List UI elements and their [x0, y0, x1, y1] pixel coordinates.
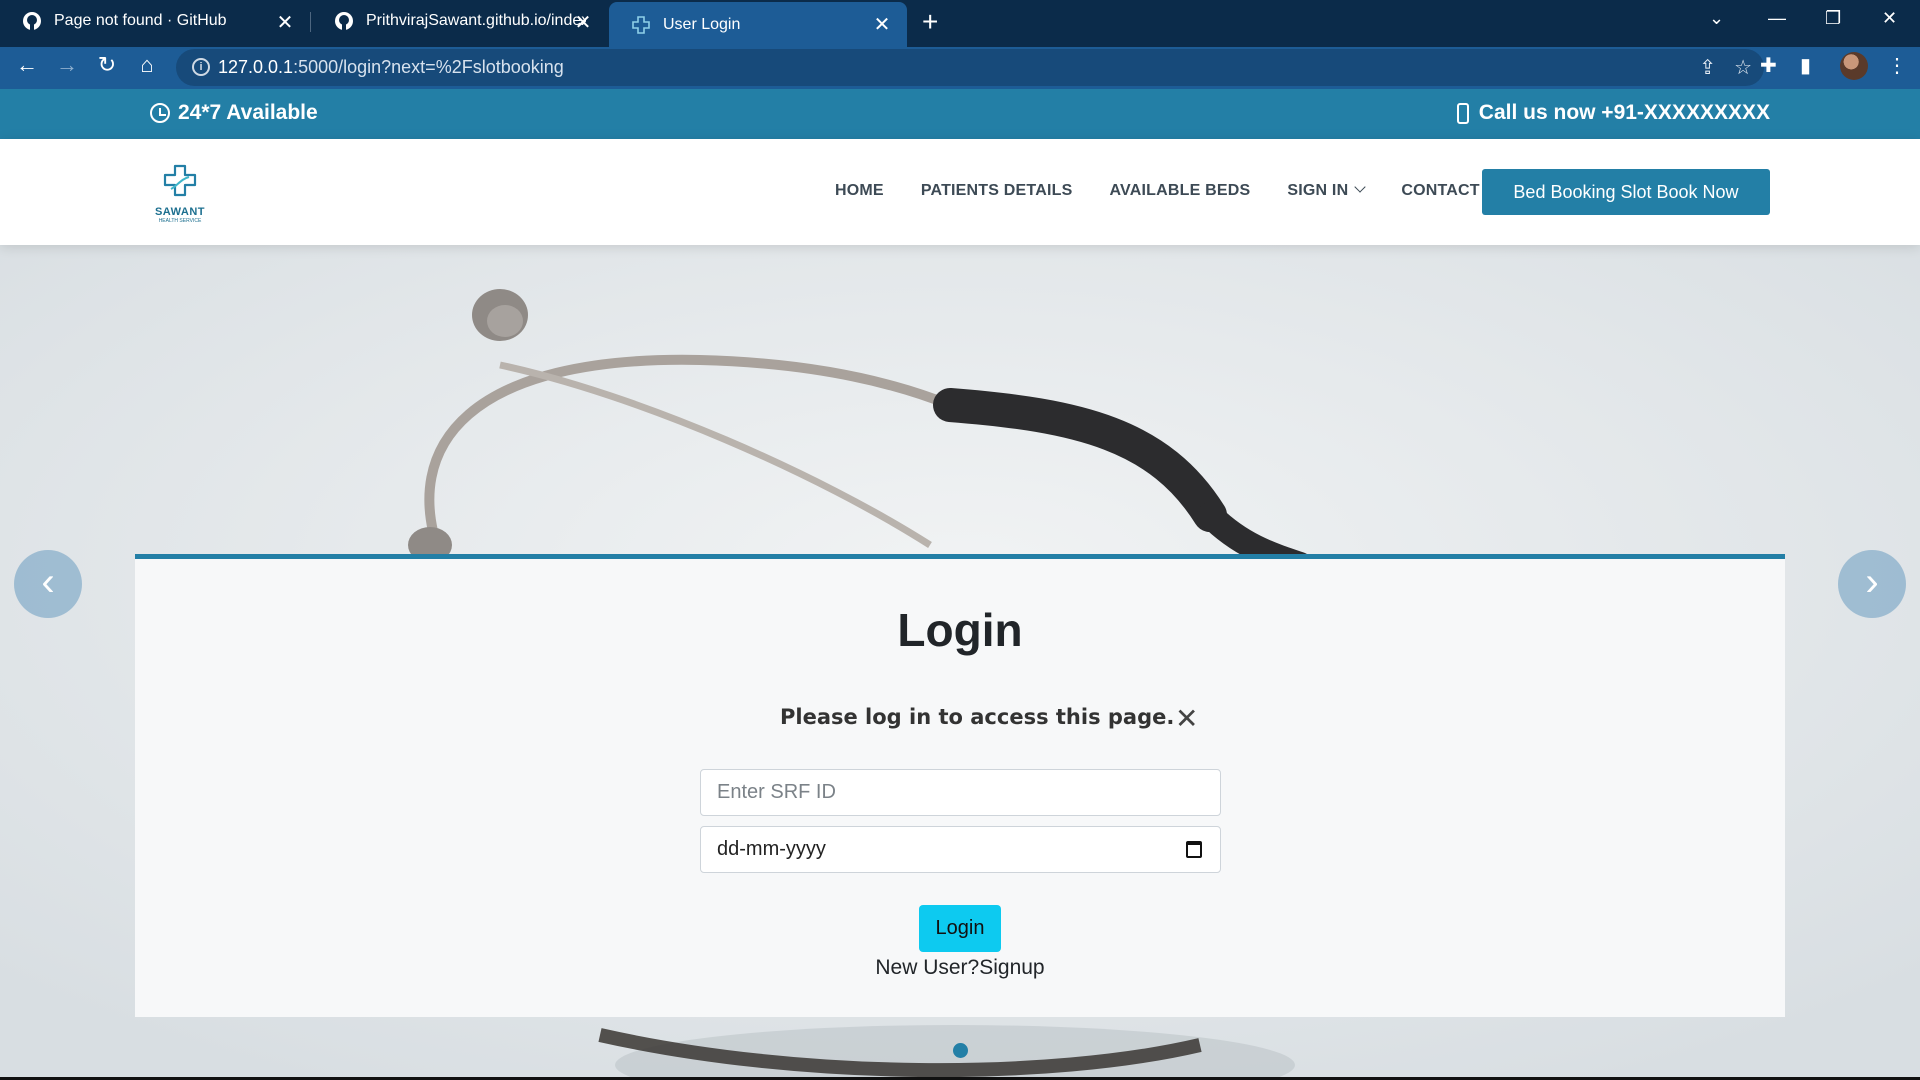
- clock-icon: [150, 103, 170, 123]
- tab-title: Page not found · GitHub: [54, 12, 227, 29]
- signup-link[interactable]: New User?Signup: [135, 956, 1785, 980]
- tab-separator: [310, 12, 311, 32]
- availability-text: 24*7 Available: [178, 101, 318, 124]
- login-submit-button[interactable]: Login: [919, 905, 1001, 952]
- calendar-icon[interactable]: [1186, 841, 1202, 858]
- side-panel-icon[interactable]: ▮: [1800, 53, 1811, 78]
- srf-id-input[interactable]: Enter SRF ID: [700, 769, 1221, 816]
- phone-icon: [1456, 102, 1469, 124]
- carousel-next-button[interactable]: ›: [1838, 550, 1906, 618]
- availability-info: 24*7 Available: [150, 101, 318, 125]
- site-topbar: 24*7 Available Call us now +91-XXXXXXXXX: [0, 89, 1920, 139]
- browser-tab-github-404[interactable]: Page not found · GitHub ✕: [0, 0, 310, 42]
- medical-cross-logo-icon: [163, 164, 197, 197]
- restore-icon[interactable]: ❐: [1825, 8, 1841, 29]
- main-navigation: HOME PATIENTS DETAILS AVAILABLE BEDS SIG…: [835, 182, 1517, 200]
- reload-icon[interactable]: ↻: [92, 52, 122, 78]
- nav-sign-in-dropdown[interactable]: SIGN IN: [1287, 182, 1364, 200]
- book-bed-slot-button[interactable]: Bed Booking Slot Book Now: [1482, 169, 1770, 215]
- site-logo-icon: [632, 15, 650, 34]
- url-text[interactable]: 127.0.0.1:5000/login?next=%2Fslotbooking: [218, 57, 564, 78]
- forward-arrow-icon[interactable]: →: [52, 52, 82, 78]
- nav-home[interactable]: HOME: [835, 182, 884, 200]
- tab-title: PrithvirajSawant.github.io/index.h: [366, 12, 586, 29]
- close-tab-icon[interactable]: ✕: [274, 10, 296, 35]
- site-info-icon[interactable]: i: [192, 58, 210, 76]
- close-tab-icon[interactable]: ✕: [572, 10, 594, 35]
- tab-title: User Login: [663, 15, 741, 33]
- site-header: SAWANT HEALTH SERVICE HOME PATIENTS DETA…: [0, 139, 1920, 245]
- tab-search-chevron-icon[interactable]: ⌄: [1709, 8, 1724, 29]
- dismiss-alert-close-icon[interactable]: ✕: [1175, 702, 1198, 735]
- logo-name: SAWANT: [154, 206, 206, 218]
- browser-tab-user-login[interactable]: User Login ✕: [609, 2, 907, 47]
- logo-subtitle: HEALTH SERVICE: [158, 218, 202, 224]
- github-icon: [335, 12, 353, 30]
- dob-date-input[interactable]: dd-mm-yyyy: [700, 826, 1221, 873]
- home-icon[interactable]: ⌂: [132, 52, 162, 78]
- login-heading: Login: [897, 604, 1023, 656]
- extensions-puzzle-icon[interactable]: ✚: [1760, 53, 1777, 78]
- call-info: Call us now +91-XXXXXXXXX: [1456, 101, 1770, 125]
- call-text: Call us now +91-XXXXXXXXX: [1478, 101, 1770, 124]
- back-arrow-icon[interactable]: ←: [12, 52, 42, 78]
- new-tab-plus-icon[interactable]: +: [922, 6, 938, 38]
- carousel-indicator-dot[interactable]: [953, 1043, 968, 1058]
- browser-menu-icon[interactable]: ⋮: [1887, 53, 1907, 78]
- github-icon: [23, 12, 41, 30]
- site-logo[interactable]: SAWANT HEALTH SERVICE: [150, 163, 210, 224]
- date-placeholder: dd-mm-yyyy: [717, 838, 826, 860]
- nav-contact[interactable]: CONTACT: [1401, 182, 1479, 200]
- carousel-prev-button[interactable]: ‹: [14, 550, 82, 618]
- profile-avatar[interactable]: [1840, 52, 1868, 80]
- close-window-icon[interactable]: ✕: [1882, 8, 1897, 29]
- minimize-icon[interactable]: —: [1768, 8, 1786, 29]
- browser-tab-github-index[interactable]: PrithvirajSawant.github.io/index.h ✕: [312, 0, 608, 42]
- browser-tab-strip: Page not found · GitHub ✕ PrithvirajSawa…: [0, 0, 1920, 47]
- login-required-alert: Please log in to access this page.: [780, 705, 1175, 729]
- bookmark-star-icon[interactable]: ☆: [1734, 55, 1752, 80]
- nav-patients-details[interactable]: PATIENTS DETAILS: [921, 182, 1073, 200]
- login-card: Login Please log in to access this page.…: [135, 554, 1785, 1017]
- address-bar[interactable]: i 127.0.0.1:5000/login?next=%2Fslotbooki…: [176, 49, 1764, 86]
- share-icon[interactable]: ⇪: [1699, 55, 1716, 80]
- close-tab-icon[interactable]: ✕: [871, 12, 893, 37]
- nav-available-beds[interactable]: AVAILABLE BEDS: [1109, 182, 1250, 200]
